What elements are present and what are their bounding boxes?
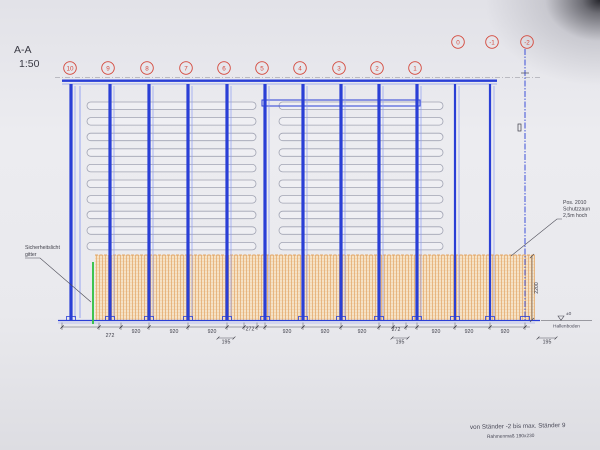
light-grid-label-line2: gitter xyxy=(25,252,37,258)
rack-upright xyxy=(301,84,305,320)
column-axis-label: 6 xyxy=(217,61,231,75)
cad-section-drawing: 10 9 8 7 6 5 4 3 2 10 -1 -2 272920 920 920 272 920 920 92… xyxy=(14,35,592,440)
rack-upright xyxy=(377,84,381,320)
fence-label-line2: Schutzzaun xyxy=(563,207,590,213)
bay-width-label: 920 xyxy=(132,329,141,335)
axis-label-text: -2 xyxy=(524,39,530,46)
axis-label-text: 6 xyxy=(222,65,226,72)
axis-label-text: 9 xyxy=(106,65,110,72)
floor-label: Hallenboden xyxy=(553,324,580,330)
column-axis-label: 3 xyxy=(332,61,346,75)
axis-label-text: 2 xyxy=(375,65,379,72)
rack-upright xyxy=(453,84,457,320)
bay-width-label: 920 xyxy=(208,329,217,335)
fence-post-marker-icon xyxy=(517,123,522,132)
fence-label-line3: 2,5m hoch xyxy=(563,213,587,219)
light-grid-label-line1: Sicherheitslicht xyxy=(25,245,60,251)
offset-dimension-label: 195 xyxy=(222,340,231,346)
dimension-chain-layer: 272 920 920 920 272 920 920 920 272 920 920 920 195 1… xyxy=(60,322,558,346)
offset-dimension-label: 195 xyxy=(396,340,405,346)
column-axis-label: 1 xyxy=(408,61,422,75)
floor-level-value: ±0 xyxy=(566,311,572,317)
bay-width-label: 920 xyxy=(501,329,510,335)
light-grid-label: Sicherheitslicht gitter xyxy=(25,245,61,258)
rack-upright xyxy=(488,84,492,320)
rack-upright xyxy=(263,84,267,320)
column-axis-label: 9 xyxy=(101,61,115,75)
light-grid-leader-line xyxy=(25,257,92,303)
fence-label: Pos. 2010 Schutzzaun 2,5m hoch xyxy=(563,200,592,219)
bay-width-label: 272 xyxy=(392,327,401,333)
bay-width-label: 920 xyxy=(358,329,367,335)
column-axis-label: 8 xyxy=(140,61,154,75)
fence-label-line1: Pos. 2010 xyxy=(563,200,586,206)
column-axis-label: 2 xyxy=(370,61,384,75)
axis-label-text: -1 xyxy=(489,39,495,46)
column-axis-label: 4 xyxy=(293,61,307,75)
frame-size-note: Rahmenmaß 190x230 xyxy=(487,433,535,440)
bay-width-label: 272 xyxy=(246,327,255,333)
bay-width-label: 920 xyxy=(170,329,179,335)
scale-label: 1:50 xyxy=(19,58,40,70)
fence-zone-layer xyxy=(95,254,535,320)
rack-upright xyxy=(339,84,343,320)
bay-width-label: 920 xyxy=(321,329,330,335)
fence-leader-line xyxy=(510,218,562,257)
floor-level-marker: ±0 Hallenboden xyxy=(541,311,592,330)
offset-dimension-label: 195 xyxy=(543,340,552,346)
axis-label-text: 5 xyxy=(260,65,264,72)
rack-upright xyxy=(108,84,112,320)
monitor-screen: 10 9 8 7 6 5 4 3 2 1 0 -1 -2 272 920 920 920 272 920 920 92… xyxy=(0,0,600,450)
rack-upright xyxy=(415,84,419,320)
fence-annotation: Pos. 2010 Schutzzaun 2,5m hoch xyxy=(510,200,592,257)
axis-label-text: 7 xyxy=(184,65,188,72)
bay-width-label: 920 xyxy=(283,329,292,335)
rack-upright xyxy=(147,84,151,320)
rack-range-note: von Ständer -2 bis max. Ständer 9 xyxy=(470,422,566,431)
bay-width-label: 272 xyxy=(106,333,115,339)
column-axis-label: -2 xyxy=(520,35,534,49)
column-axis-label: 7 xyxy=(179,61,193,75)
rack-upright xyxy=(186,84,190,320)
light-grid-annotation: Sicherheitslicht gitter xyxy=(25,245,92,303)
fence-mesh-zone xyxy=(95,255,535,320)
fence-height-label: 2200 xyxy=(534,282,540,294)
floor-level-triangle-icon xyxy=(557,315,565,321)
axis-label-text: 3 xyxy=(337,65,341,72)
section-title: A-A xyxy=(14,44,32,56)
bay-width-label: 920 xyxy=(432,329,441,335)
column-axis-labels-layer: 10 9 8 7 6 5 4 3 2 10 -1 -2 xyxy=(63,35,534,75)
column-axis-label: 5 xyxy=(255,61,269,75)
column-axis-label: 10 xyxy=(63,61,77,75)
axis-label-text: 1 xyxy=(413,65,417,72)
axis-label-text: 10 xyxy=(66,65,74,72)
axis-label-text: 4 xyxy=(298,65,302,72)
column-axis-label: 0 xyxy=(451,35,465,49)
axis-label-text: 0 xyxy=(456,39,460,46)
column-axis-label: -1 xyxy=(485,35,499,49)
bay-width-label: 920 xyxy=(465,329,474,335)
axis-label-text: 8 xyxy=(145,65,149,72)
top-beam xyxy=(62,79,497,82)
rack-upright xyxy=(225,84,229,320)
